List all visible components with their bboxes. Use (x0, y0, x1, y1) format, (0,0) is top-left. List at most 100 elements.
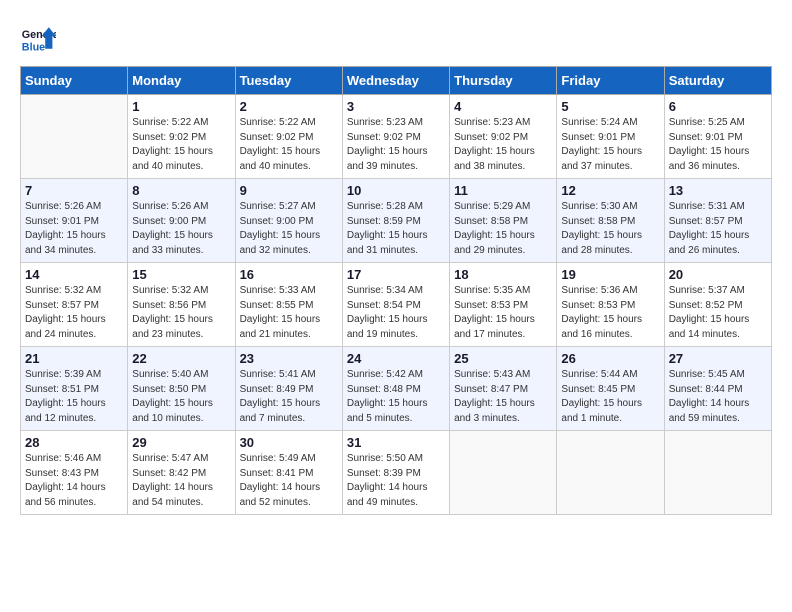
calendar-cell: 12 Sunrise: 5:30 AM Sunset: 8:58 PM Dayli… (557, 179, 664, 263)
day-number: 5 (561, 99, 659, 114)
calendar-cell: 9 Sunrise: 5:27 AM Sunset: 9:00 PM Daylig… (235, 179, 342, 263)
day-number: 22 (132, 351, 230, 366)
day-number: 21 (25, 351, 123, 366)
day-number: 16 (240, 267, 338, 282)
calendar-cell: 21 Sunrise: 5:39 AM Sunset: 8:51 PM Dayli… (21, 347, 128, 431)
calendar-cell: 13 Sunrise: 5:31 AM Sunset: 8:57 PM Dayli… (664, 179, 771, 263)
day-number: 23 (240, 351, 338, 366)
calendar-week-row: 21 Sunrise: 5:39 AM Sunset: 8:51 PM Dayli… (21, 347, 772, 431)
calendar-cell: 14 Sunrise: 5:32 AM Sunset: 8:57 PM Dayli… (21, 263, 128, 347)
calendar-cell: 28 Sunrise: 5:46 AM Sunset: 8:43 PM Dayli… (21, 431, 128, 515)
calendar-cell: 27 Sunrise: 5:45 AM Sunset: 8:44 PM Dayli… (664, 347, 771, 431)
day-info: Sunrise: 5:31 AM Sunset: 8:57 PM Dayligh… (669, 200, 767, 258)
day-number: 14 (25, 267, 123, 282)
calendar-cell: 24Sunrise: 5:42 AM Sunset: 8:48 PM Dayli… (342, 347, 449, 431)
calendar-cell (21, 95, 128, 179)
day-info: Sunrise: 5:35 AM Sunset: 8:53 PM Dayligh… (454, 284, 552, 342)
calendar-cell: 6 Sunrise: 5:25 AM Sunset: 9:01 PM Daylig… (664, 95, 771, 179)
day-number: 31 (347, 435, 445, 450)
day-number: 3 (347, 99, 445, 114)
day-number: 12 (561, 183, 659, 198)
calendar-cell: 3 Sunrise: 5:23 AM Sunset: 9:02 PM Daylig… (342, 95, 449, 179)
day-info: Sunrise: 5:22 AM Sunset: 9:02 PM Dayligh… (240, 116, 338, 174)
calendar-cell: 10 Sunrise: 5:28 AM Sunset: 8:59 PM Dayli… (342, 179, 449, 263)
day-info: Sunrise: 5:40 AM Sunset: 8:50 PM Dayligh… (132, 368, 230, 426)
day-info: Sunrise: 5:30 AM Sunset: 8:58 PM Dayligh… (561, 200, 659, 258)
svg-text:Blue: Blue (22, 42, 45, 54)
day-info: Sunrise: 5:28 AM Sunset: 8:59 PM Dayligh… (347, 200, 445, 258)
day-info: Sunrise: 5:36 AM Sunset: 8:53 PM Dayligh… (561, 284, 659, 342)
day-info: Sunrise: 5:23 AM Sunset: 9:02 PM Dayligh… (347, 116, 445, 174)
day-number: 17 (347, 267, 445, 282)
day-info: Sunrise: 5:27 AM Sunset: 9:00 PM Dayligh… (240, 200, 338, 258)
day-info: Sunrise: 5:29 AM Sunset: 8:58 PM Dayligh… (454, 200, 552, 258)
day-number: 6 (669, 99, 767, 114)
calendar-cell: 5 Sunrise: 5:24 AM Sunset: 9:01 PM Daylig… (557, 95, 664, 179)
calendar-cell: 4Sunrise: 5:23 AM Sunset: 9:02 PM Daylig… (450, 95, 557, 179)
day-info: Sunrise: 5:45 AM Sunset: 8:44 PM Dayligh… (669, 368, 767, 426)
day-number: 28 (25, 435, 123, 450)
calendar-cell: 11 Sunrise: 5:29 AM Sunset: 8:58 PM Dayli… (450, 179, 557, 263)
calendar-cell: 22 Sunrise: 5:40 AM Sunset: 8:50 PM Dayli… (128, 347, 235, 431)
day-info: Sunrise: 5:50 AM Sunset: 8:39 PM Dayligh… (347, 452, 445, 510)
calendar-cell: 26 Sunrise: 5:44 AM Sunset: 8:45 PM Dayli… (557, 347, 664, 431)
calendar-cell (557, 431, 664, 515)
day-info: Sunrise: 5:44 AM Sunset: 8:45 PM Dayligh… (561, 368, 659, 426)
calendar-cell: 31 Sunrise: 5:50 AM Sunset: 8:39 PM Dayli… (342, 431, 449, 515)
day-number: 18 (454, 267, 552, 282)
day-number: 13 (669, 183, 767, 198)
calendar-header-tuesday: Tuesday (235, 67, 342, 95)
day-info: Sunrise: 5:41 AM Sunset: 8:49 PM Dayligh… (240, 368, 338, 426)
day-info: Sunrise: 5:26 AM Sunset: 9:01 PM Dayligh… (25, 200, 123, 258)
calendar-week-row: 14 Sunrise: 5:32 AM Sunset: 8:57 PM Dayli… (21, 263, 772, 347)
calendar-cell (450, 431, 557, 515)
day-info: Sunrise: 5:23 AM Sunset: 9:02 PM Dayligh… (454, 116, 552, 174)
day-number: 8 (132, 183, 230, 198)
day-info: Sunrise: 5:25 AM Sunset: 9:01 PM Dayligh… (669, 116, 767, 174)
calendar-cell: 7 Sunrise: 5:26 AM Sunset: 9:01 PM Daylig… (21, 179, 128, 263)
day-info: Sunrise: 5:49 AM Sunset: 8:41 PM Dayligh… (240, 452, 338, 510)
calendar-cell: 16Sunrise: 5:33 AM Sunset: 8:55 PM Dayli… (235, 263, 342, 347)
day-number: 9 (240, 183, 338, 198)
day-info: Sunrise: 5:32 AM Sunset: 8:57 PM Dayligh… (25, 284, 123, 342)
header: General Blue (20, 20, 772, 56)
day-number: 2 (240, 99, 338, 114)
day-number: 27 (669, 351, 767, 366)
calendar-cell: 2 Sunrise: 5:22 AM Sunset: 9:02 PM Daylig… (235, 95, 342, 179)
calendar-cell: 29 Sunrise: 5:47 AM Sunset: 8:42 PM Dayli… (128, 431, 235, 515)
calendar-header-friday: Friday (557, 67, 664, 95)
calendar-cell: 15Sunrise: 5:32 AM Sunset: 8:56 PM Dayli… (128, 263, 235, 347)
day-number: 1 (132, 99, 230, 114)
logo: General Blue (20, 20, 60, 56)
calendar-cell: 17Sunrise: 5:34 AM Sunset: 8:54 PM Dayli… (342, 263, 449, 347)
day-info: Sunrise: 5:22 AM Sunset: 9:02 PM Dayligh… (132, 116, 230, 174)
day-info: Sunrise: 5:39 AM Sunset: 8:51 PM Dayligh… (25, 368, 123, 426)
calendar-cell (664, 431, 771, 515)
day-number: 26 (561, 351, 659, 366)
day-number: 30 (240, 435, 338, 450)
calendar-cell: 18 Sunrise: 5:35 AM Sunset: 8:53 PM Dayli… (450, 263, 557, 347)
calendar-table: SundayMondayTuesdayWednesdayThursdayFrid… (20, 66, 772, 515)
day-info: Sunrise: 5:42 AM Sunset: 8:48 PM Dayligh… (347, 368, 445, 426)
day-number: 19 (561, 267, 659, 282)
day-info: Sunrise: 5:43 AM Sunset: 8:47 PM Dayligh… (454, 368, 552, 426)
calendar-body: 1 Sunrise: 5:22 AM Sunset: 9:02 PM Daylig… (21, 95, 772, 515)
calendar-header-row: SundayMondayTuesdayWednesdayThursdayFrid… (21, 67, 772, 95)
day-number: 29 (132, 435, 230, 450)
day-info: Sunrise: 5:26 AM Sunset: 9:00 PM Dayligh… (132, 200, 230, 258)
day-number: 10 (347, 183, 445, 198)
calendar-cell: 30 Sunrise: 5:49 AM Sunset: 8:41 PM Dayli… (235, 431, 342, 515)
calendar-week-row: 7 Sunrise: 5:26 AM Sunset: 9:01 PM Daylig… (21, 179, 772, 263)
calendar-header-monday: Monday (128, 67, 235, 95)
calendar-cell: 23 Sunrise: 5:41 AM Sunset: 8:49 PM Dayli… (235, 347, 342, 431)
day-info: Sunrise: 5:24 AM Sunset: 9:01 PM Dayligh… (561, 116, 659, 174)
calendar-header-thursday: Thursday (450, 67, 557, 95)
day-number: 7 (25, 183, 123, 198)
day-info: Sunrise: 5:46 AM Sunset: 8:43 PM Dayligh… (25, 452, 123, 510)
calendar-header-sunday: Sunday (21, 67, 128, 95)
calendar-week-row: 28 Sunrise: 5:46 AM Sunset: 8:43 PM Dayli… (21, 431, 772, 515)
day-number: 25 (454, 351, 552, 366)
calendar-cell: 8 Sunrise: 5:26 AM Sunset: 9:00 PM Daylig… (128, 179, 235, 263)
day-number: 11 (454, 183, 552, 198)
day-info: Sunrise: 5:47 AM Sunset: 8:42 PM Dayligh… (132, 452, 230, 510)
